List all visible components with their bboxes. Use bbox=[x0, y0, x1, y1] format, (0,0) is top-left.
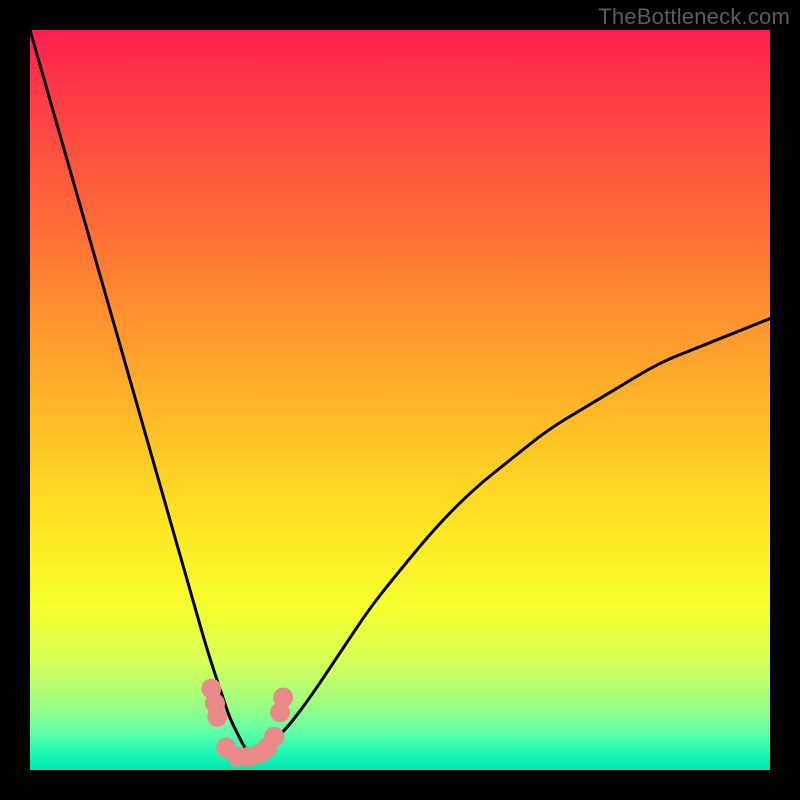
highlight-marker bbox=[264, 727, 284, 747]
highlight-marker bbox=[207, 707, 227, 727]
highlight-marker bbox=[273, 688, 293, 708]
watermark-text: TheBottleneck.com bbox=[598, 4, 790, 30]
chart-svg bbox=[30, 30, 770, 770]
bottleneck-curve bbox=[30, 30, 770, 755]
outer-frame: TheBottleneck.com bbox=[0, 0, 800, 800]
highlight-markers bbox=[201, 679, 293, 767]
plot-area bbox=[30, 30, 770, 770]
